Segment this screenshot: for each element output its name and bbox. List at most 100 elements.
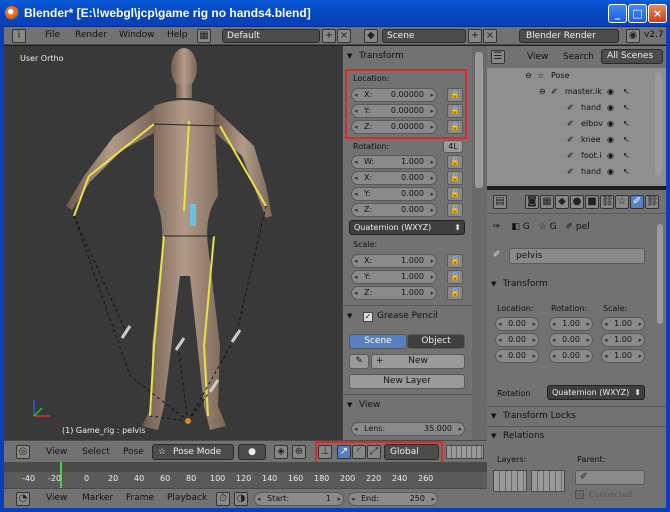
- expand-icon[interactable]: ⊖: [525, 68, 532, 84]
- pencil-icon[interactable]: ✎: [349, 354, 369, 369]
- close-button[interactable]: ×: [648, 4, 667, 23]
- bone-location-z[interactable]: 0.00: [495, 349, 539, 363]
- eye-icon[interactable]: ◉: [607, 100, 614, 116]
- unlock-icon[interactable]: 🔓: [447, 203, 463, 217]
- unlock-icon[interactable]: 🔓: [447, 286, 463, 300]
- add-layout-icon[interactable]: +: [322, 29, 336, 43]
- unlock-icon[interactable]: 🔓: [447, 171, 463, 185]
- eye-icon[interactable]: ◉: [607, 132, 614, 148]
- grease-pencil-tab-object[interactable]: Object: [407, 334, 465, 349]
- 3d-viewport[interactable]: User Ortho (1) Game_rig: pelvis: [4, 46, 342, 440]
- end-frame-field[interactable]: End:250: [348, 492, 438, 506]
- bone-scale-x[interactable]: 1.00: [601, 317, 645, 331]
- grease-pencil-checkbox[interactable]: ✓: [363, 312, 373, 322]
- outliner-editor-type-icon[interactable]: ☰: [491, 50, 505, 64]
- cursor-icon[interactable]: ↖: [623, 84, 630, 100]
- menu-help[interactable]: Help: [167, 30, 188, 40]
- scale-x-field[interactable]: X:1.000: [351, 254, 437, 268]
- connected-checkbox[interactable]: [575, 490, 584, 499]
- start-frame-field[interactable]: Start:1: [254, 492, 344, 506]
- menu-window[interactable]: Window: [119, 30, 155, 40]
- grease-pencil-new-button[interactable]: + New: [371, 354, 465, 369]
- object-tab-icon[interactable]: ■: [585, 195, 599, 209]
- render-engine-dropdown[interactable]: Blender Render: [519, 29, 619, 43]
- outliner-scrollbar[interactable]: [655, 72, 662, 176]
- pin-icon[interactable]: ✑: [493, 222, 501, 232]
- outliner-row-master-ik[interactable]: ⊖ ✐ master.ik ◉ ↖: [487, 84, 666, 100]
- world-tab-icon[interactable]: ●: [570, 195, 584, 209]
- rotation-mode-dropdown[interactable]: Quaternion (WXYZ): [349, 220, 465, 235]
- parent-field[interactable]: ✐: [575, 470, 645, 485]
- bone-name-field[interactable]: pelvis: [509, 248, 645, 264]
- cursor-icon[interactable]: ↖: [623, 132, 630, 148]
- use-preview-range-icon[interactable]: ◑: [234, 492, 248, 506]
- bone-rotation-y[interactable]: 0.00: [549, 349, 593, 363]
- grease-pencil-tab-scene[interactable]: Scene: [349, 334, 407, 349]
- 3d-editor-type-icon[interactable]: ◎: [16, 445, 30, 459]
- outliner-tree[interactable]: ⊖ ☆ Pose ⊖ ✐ master.ik ◉ ↖ ✐ hand ◉ ↖ ✐ elbov ◉ ↖ ✐ k…: [487, 68, 666, 186]
- unlock-icon[interactable]: 🔓: [447, 254, 463, 268]
- remove-layout-icon[interactable]: ×: [337, 29, 351, 43]
- properties-scrollbar-thumb[interactable]: [475, 52, 483, 188]
- outliner-row-foot[interactable]: ✐ foot.i ◉ ↖: [487, 148, 666, 164]
- bone-layers-grid-1[interactable]: [493, 470, 527, 492]
- expand-icon[interactable]: ⊖: [539, 84, 546, 100]
- rotation-y-field[interactable]: Y:0.000: [351, 187, 437, 201]
- timeline-menu-playback[interactable]: Playback: [167, 493, 207, 503]
- layers-tab-icon[interactable]: ▦: [540, 195, 554, 209]
- outliner-display-mode-dropdown[interactable]: All Scenes: [601, 49, 663, 64]
- bone-rotation-mode-dropdown[interactable]: Quaternion (WXYZ): [547, 385, 645, 400]
- screen-layout-field[interactable]: Default: [222, 29, 320, 43]
- outliner-row-pose[interactable]: ⊖ ☆ Pose: [487, 68, 666, 84]
- info-editor-type-icon[interactable]: i: [12, 29, 26, 43]
- manipulator-toggle-icon[interactable]: ⊕: [292, 445, 306, 459]
- pivot-point-icon[interactable]: ◈: [274, 445, 288, 459]
- transform-locks-panel-header[interactable]: Transform Locks: [487, 408, 657, 425]
- outliner-row-hand-2[interactable]: ✐ hand ◉ ↖: [487, 164, 666, 180]
- rotation-z-field[interactable]: Z:0.000: [351, 203, 437, 217]
- scale-z-field[interactable]: Z:1.000: [351, 286, 437, 300]
- view-panel-header[interactable]: View: [343, 397, 471, 414]
- menu-file[interactable]: File: [45, 30, 60, 40]
- maximize-button[interactable]: □: [628, 4, 647, 23]
- bone-rotation-w[interactable]: 1.00: [549, 317, 593, 331]
- outliner-row-knee[interactable]: ✐ knee ◉ ↖: [487, 132, 666, 148]
- bone-properties-scrollbar[interactable]: [657, 224, 663, 324]
- outliner-row-hand[interactable]: ✐ hand ◉ ↖: [487, 100, 666, 116]
- remove-scene-icon[interactable]: ×: [483, 29, 497, 43]
- bone-transform-panel-header[interactable]: Transform: [487, 276, 657, 293]
- cursor-icon[interactable]: ↖: [623, 164, 630, 180]
- rotation-4l-toggle[interactable]: 4L: [443, 140, 463, 153]
- constraints-tab-icon[interactable]: ⛓: [600, 195, 614, 209]
- bone-tab-icon[interactable]: ✐: [630, 195, 644, 209]
- eye-icon[interactable]: ◉: [607, 84, 614, 100]
- new-layer-button[interactable]: New Layer: [349, 374, 465, 389]
- data-tab-icon[interactable]: ☆: [615, 195, 629, 209]
- timeline-menu-marker[interactable]: Marker: [82, 493, 113, 503]
- lens-field[interactable]: Lens:35.000: [351, 422, 465, 436]
- outliner-menu-search[interactable]: Search: [563, 52, 594, 62]
- screen-layout-icon[interactable]: ▦: [197, 29, 211, 43]
- 3d-menu-select[interactable]: Select: [82, 447, 110, 457]
- unlock-icon[interactable]: 🔓: [447, 270, 463, 284]
- timeline-menu-view[interactable]: View: [46, 493, 67, 503]
- bone-location-y[interactable]: 0.00: [495, 333, 539, 347]
- render-tab-icon[interactable]: ◙: [525, 195, 539, 209]
- 3d-menu-view[interactable]: View: [46, 447, 67, 457]
- rotation-w-field[interactable]: W:1.000: [351, 155, 437, 169]
- timeline-editor-type-icon[interactable]: ◔: [16, 492, 30, 506]
- outliner-menu-view[interactable]: View: [527, 52, 548, 62]
- eye-icon[interactable]: ◉: [607, 164, 614, 180]
- scene-icon[interactable]: ◆: [364, 29, 378, 43]
- unlock-icon[interactable]: 🔓: [447, 155, 463, 169]
- bone-scale-z[interactable]: 1.00: [601, 349, 645, 363]
- character-model[interactable]: [4, 46, 342, 440]
- 3d-menu-pose[interactable]: Pose: [123, 447, 144, 457]
- properties-editor-type-icon[interactable]: ▤: [493, 195, 507, 209]
- eye-icon[interactable]: ◉: [607, 116, 614, 132]
- scene-tab-icon[interactable]: ◆: [555, 195, 569, 209]
- rotation-x-field[interactable]: X:0.000: [351, 171, 437, 185]
- minimize-button[interactable]: _: [608, 4, 627, 23]
- relations-panel-header[interactable]: Relations: [487, 428, 657, 445]
- bone-location-x[interactable]: 0.00: [495, 317, 539, 331]
